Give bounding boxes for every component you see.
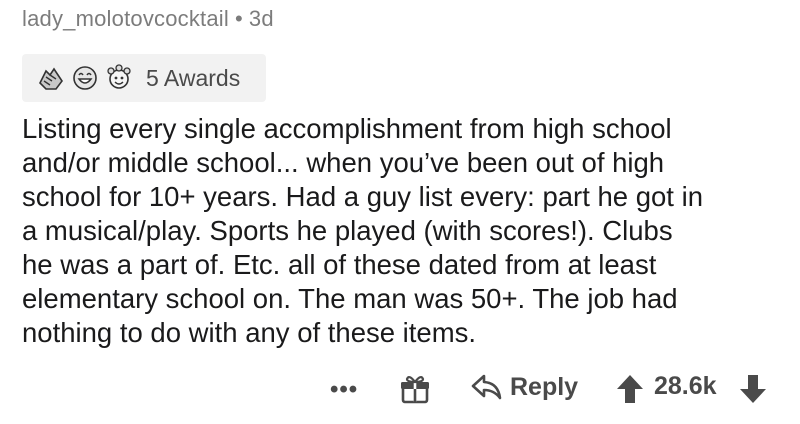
awards-bar[interactable]: 5 Awards bbox=[22, 54, 266, 102]
comment-age: 3d bbox=[248, 6, 274, 31]
comment-actions: ••• Reply 28.6k bbox=[0, 368, 800, 412]
reply-label: Reply bbox=[510, 372, 579, 401]
hands-award-icon bbox=[36, 63, 66, 93]
comment-author[interactable]: lady_molotovcocktail bbox=[22, 6, 229, 31]
wholesome-award-icon bbox=[104, 63, 134, 93]
downvote-arrow-icon bbox=[740, 375, 766, 403]
upvote-button[interactable] bbox=[615, 372, 645, 406]
more-options-button[interactable]: ••• bbox=[330, 376, 358, 404]
comment-body: Listing every single accomplishment from… bbox=[22, 113, 703, 348]
comment-meta: lady_molotovcocktail • 3d bbox=[22, 6, 274, 32]
reply-arrow-icon bbox=[471, 374, 502, 400]
upvote-arrow-icon bbox=[617, 375, 643, 403]
vote-score: 28.6k bbox=[654, 372, 717, 400]
awards-count: 5 Awards bbox=[146, 64, 241, 91]
give-award-button[interactable] bbox=[398, 372, 432, 406]
downvote-button[interactable] bbox=[738, 372, 768, 406]
gift-icon bbox=[401, 375, 429, 404]
meta-separator: • bbox=[234, 6, 243, 31]
reply-button[interactable]: Reply bbox=[470, 372, 578, 402]
laughing-face-award-icon bbox=[70, 63, 100, 93]
